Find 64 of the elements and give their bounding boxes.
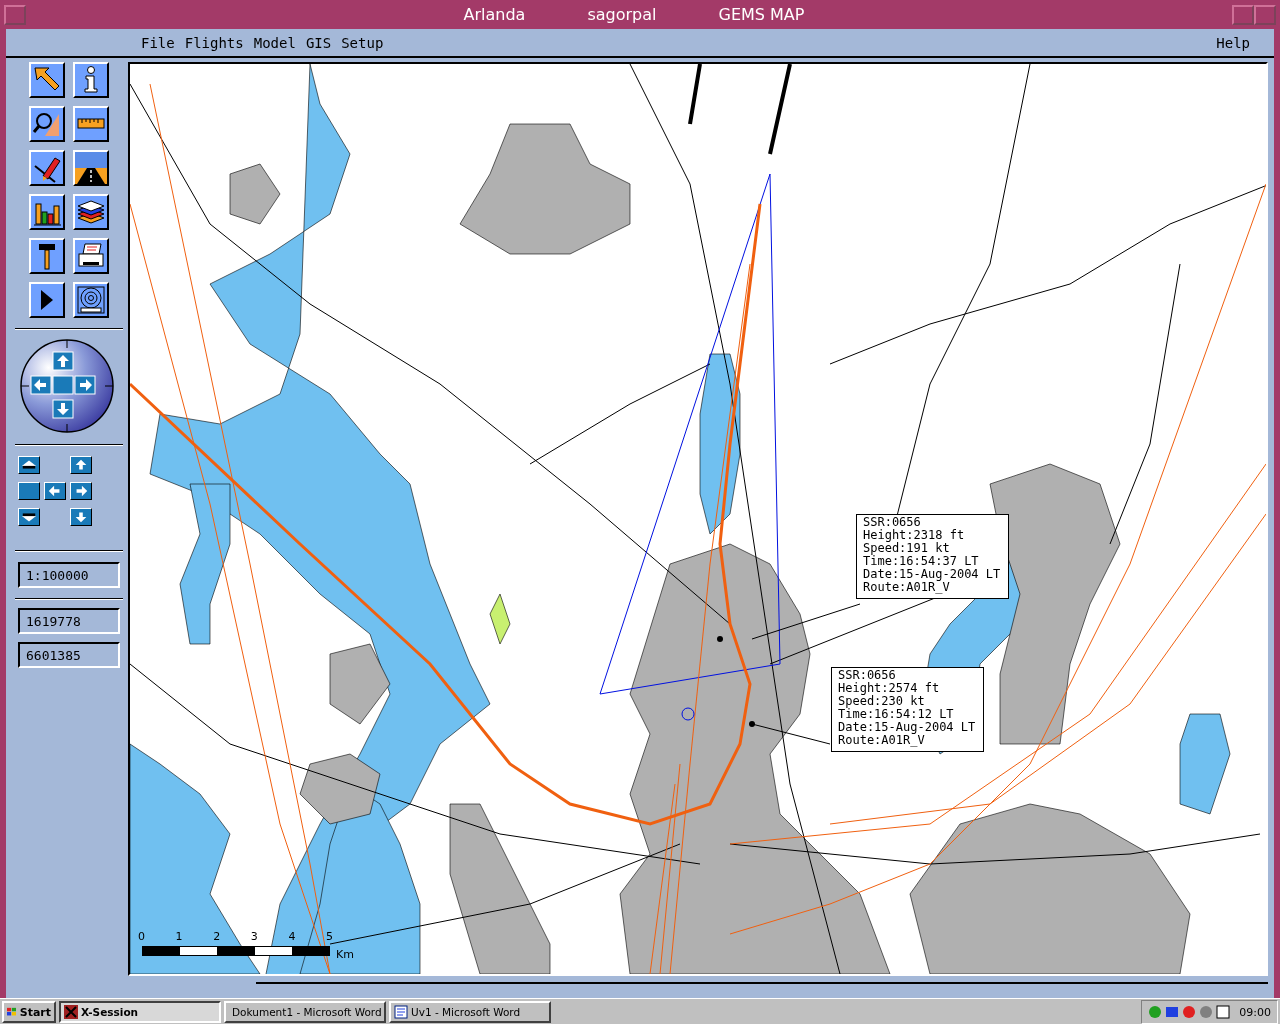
scale-label: 3 (250, 930, 258, 943)
scale-unit: Km (336, 948, 354, 961)
pan-down-button[interactable] (70, 508, 92, 526)
taskbar-button[interactable]: Uv1 - Microsoft Word (389, 1001, 551, 1023)
windows-logo-icon (7, 1006, 17, 1018)
tool-button[interactable] (29, 62, 65, 98)
pan-left-button[interactable] (44, 482, 66, 500)
x-icon (64, 1005, 78, 1019)
pan-up-button[interactable] (70, 456, 92, 474)
tool-button[interactable] (73, 62, 109, 98)
clock: 09:00 (1239, 1005, 1271, 1019)
menu-item[interactable]: Model (253, 34, 304, 51)
center-button[interactable] (18, 482, 40, 500)
x-coordinate-field[interactable]: 1619778 (18, 608, 120, 634)
flight-info-text: Height:2574 ft (838, 682, 941, 695)
tool-button[interactable] (73, 238, 109, 274)
tray-icon[interactable] (1216, 1005, 1231, 1019)
spiral-logo-icon (75, 284, 107, 316)
document-icon (394, 1005, 408, 1019)
menu-item[interactable]: GIS (305, 34, 340, 51)
flight-info-text: Speed:191 kt (863, 542, 950, 555)
road-icon (75, 152, 107, 184)
window-title: sagorpal (587, 5, 657, 25)
menu-item[interactable]: File (141, 34, 183, 51)
y-coordinate-field[interactable]: 6601385 (18, 642, 120, 668)
flight-info-text: Speed:230 kt (838, 695, 925, 708)
start-button[interactable]: Start (2, 1001, 56, 1023)
flight-info-text: Time:16:54:37 LT (863, 555, 980, 568)
tool-button[interactable] (29, 106, 65, 142)
scale-label: 0 (138, 930, 145, 943)
menu-item[interactable]: Flights (184, 34, 252, 51)
pan-right-button[interactable] (70, 482, 92, 500)
tool-button[interactable] (29, 150, 65, 186)
flight-info-text: Date:15-Aug-2004 LT (838, 721, 976, 734)
scale-label: 2 (213, 930, 221, 943)
flight-info-text: SSR:0656 (863, 516, 922, 529)
flight-info-text: Date:15-Aug-2004 LT (863, 568, 1001, 581)
scale-label: 5 (326, 930, 333, 943)
tool-button[interactable] (29, 282, 65, 318)
tool-button[interactable] (29, 238, 65, 274)
menu-item[interactable]: Setup (341, 34, 392, 51)
flight-info-text: Route:A01R_V (838, 734, 925, 747)
taskbar-button[interactable]: Dokument1 - Microsoft Word (224, 1001, 386, 1023)
tool-button[interactable] (29, 194, 65, 230)
flight-info-text: SSR:0656 (838, 669, 897, 682)
window-title: Arlanda (463, 5, 526, 25)
scale-field[interactable]: 1:100000 (18, 562, 120, 588)
globe-navigation-drawing[interactable] (20, 339, 114, 433)
taskbar-button[interactable]: X-Session (59, 1001, 221, 1023)
scale-label: 1 (175, 930, 183, 943)
scale-label: 4 (288, 930, 296, 943)
flight-info-text: Height:2318 ft (863, 529, 966, 542)
flight-info-text: Route:A01R_V (863, 581, 950, 594)
zoom-out-button[interactable] (18, 508, 40, 526)
tray-icon[interactable] (1165, 1005, 1180, 1019)
tool-button[interactable] (73, 106, 109, 142)
help-menu[interactable]: Help (1216, 34, 1258, 51)
tool-button[interactable] (73, 282, 109, 318)
flight-info-text: Time:16:54:12 LT (838, 708, 955, 721)
tray-icon[interactable] (1182, 1005, 1197, 1019)
window-title: GEMS MAP (718, 5, 805, 25)
zoom-in-button[interactable] (18, 456, 40, 474)
tool-button[interactable] (73, 150, 109, 186)
tool-button[interactable] (73, 194, 109, 230)
